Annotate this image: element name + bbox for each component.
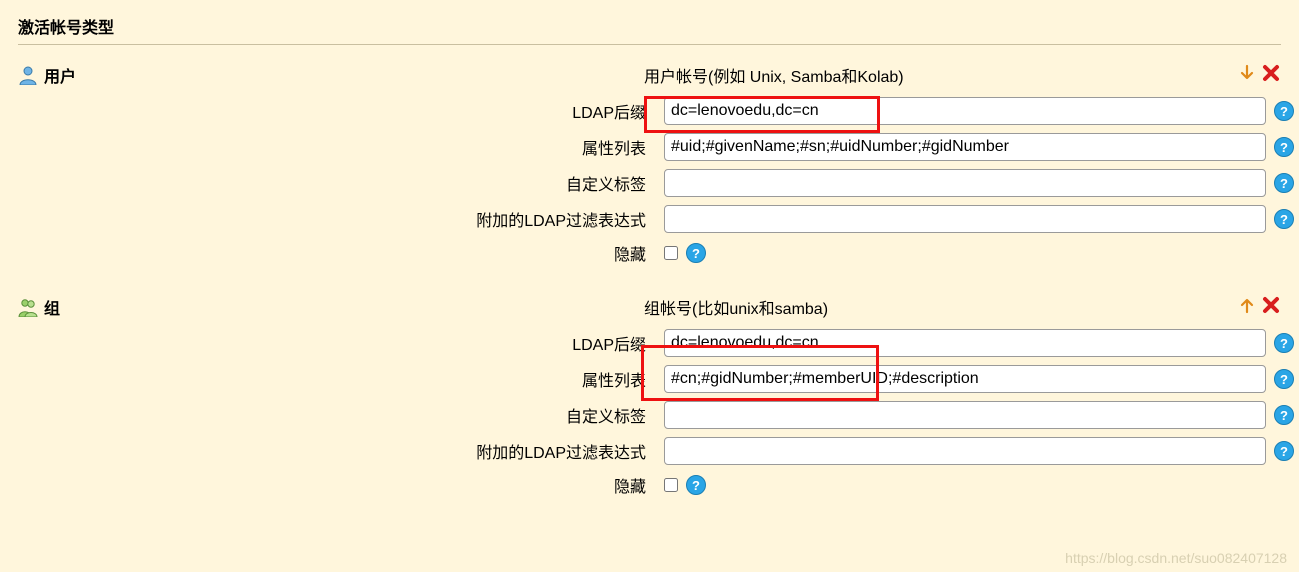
delete-icon[interactable] [1261,63,1281,83]
user-icon [18,63,44,85]
page-heading: 激活帐号类型 [18,10,1281,45]
section-header-users: 用户 用户帐号(例如 Unix, Samba和Kolab) [18,63,1281,87]
label-filter: 附加的LDAP过滤表达式 [18,439,664,463]
checkbox-users-hidden[interactable] [664,246,678,260]
delete-icon[interactable] [1261,295,1281,315]
move-up-icon[interactable] [1237,295,1257,315]
help-icon[interactable]: ? [1274,137,1294,157]
watermark-text: https://blog.csdn.net/suo082407128 [1065,550,1287,566]
help-icon[interactable]: ? [1274,173,1294,193]
section-title-groups: 组 [44,295,644,319]
input-groups-attr-list[interactable] [664,365,1266,393]
label-custom: 自定义标签 [18,403,664,427]
label-attr-list: 属性列表 [18,135,664,159]
help-icon[interactable]: ? [686,243,706,263]
input-groups-custom-label[interactable] [664,401,1266,429]
help-icon[interactable]: ? [686,475,706,495]
label-ldap-suffix: LDAP后缀 [18,331,664,355]
input-users-attr-list[interactable] [664,133,1266,161]
form-users: LDAP后缀 ? 属性列表 ? 自定义标签 ? 附加的LDAP过滤表达式 [18,97,1281,265]
help-icon[interactable]: ? [1274,405,1294,425]
help-icon[interactable]: ? [1274,209,1294,229]
form-groups: LDAP后缀 ? 属性列表 ? 自定义标签 ? 附加的LDAP过滤表达式 [18,329,1281,497]
checkbox-groups-hidden[interactable] [664,478,678,492]
section-subtitle-groups: 组帐号(比如unix和samba) [644,295,1237,319]
input-users-filter[interactable] [664,205,1266,233]
help-icon[interactable]: ? [1274,369,1294,389]
input-users-custom-label[interactable] [664,169,1266,197]
group-icon [18,295,44,317]
label-hidden: 隐藏 [18,241,664,265]
help-icon[interactable]: ? [1274,441,1294,461]
label-ldap-suffix: LDAP后缀 [18,99,664,123]
input-users-ldap-suffix[interactable] [664,97,1266,125]
label-filter: 附加的LDAP过滤表达式 [18,207,664,231]
help-icon[interactable]: ? [1274,101,1294,121]
help-icon[interactable]: ? [1274,333,1294,353]
input-groups-ldap-suffix[interactable] [664,329,1266,357]
section-title-users: 用户 [44,63,644,87]
section-subtitle-users: 用户帐号(例如 Unix, Samba和Kolab) [644,63,1237,87]
label-custom: 自定义标签 [18,171,664,195]
section-header-groups: 组 组帐号(比如unix和samba) [18,295,1281,319]
move-down-icon[interactable] [1237,63,1257,83]
label-hidden: 隐藏 [18,473,664,497]
input-groups-filter[interactable] [664,437,1266,465]
label-attr-list: 属性列表 [18,367,664,391]
